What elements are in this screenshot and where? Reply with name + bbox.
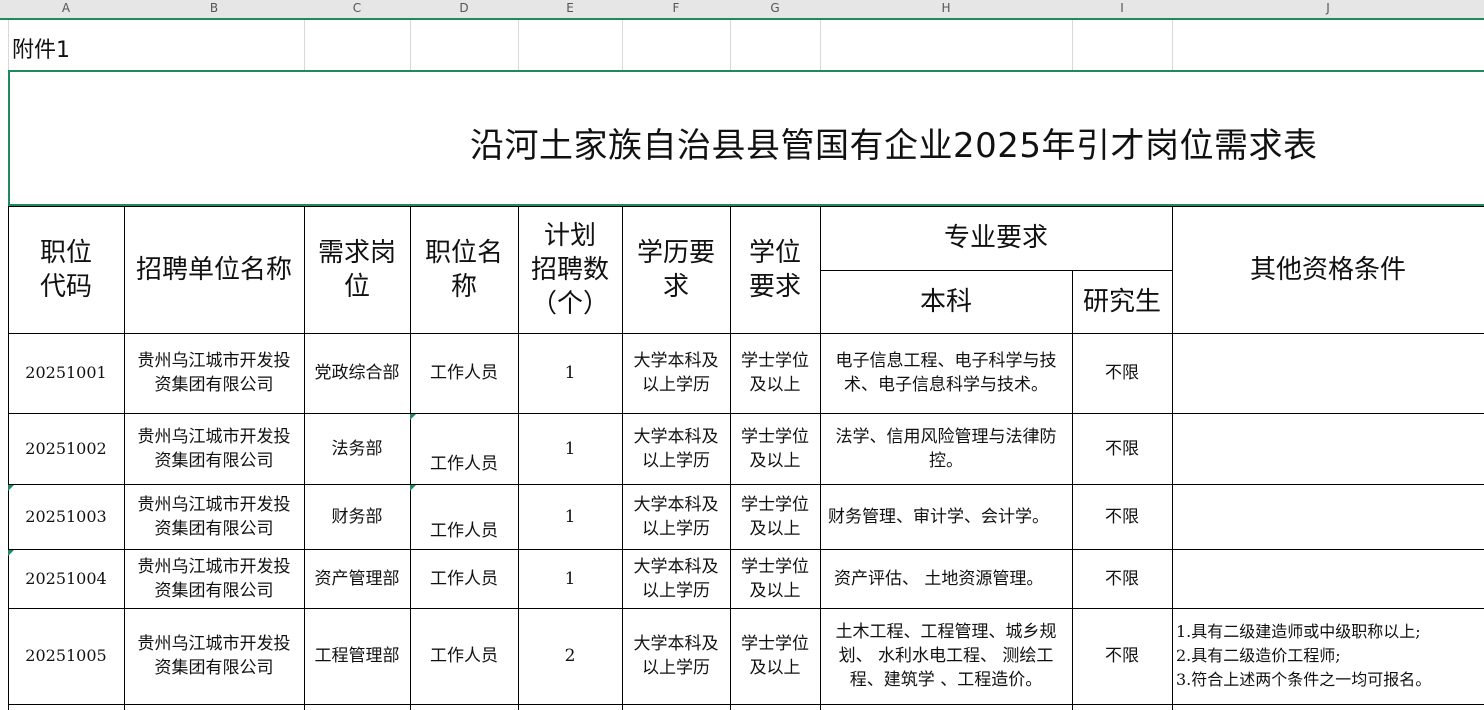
- cell-degree[interactable]: 学士学位 及以上: [730, 413, 820, 484]
- cell-bachelor[interactable]: 财务管理、审计学、会计学。: [820, 484, 1072, 549]
- cell-code[interactable]: 20251001: [8, 333, 124, 413]
- cell-dept[interactable]: 法务部: [304, 413, 410, 484]
- cell-code[interactable]: 20251003: [8, 484, 124, 549]
- header-other[interactable]: 其他资格条件: [1172, 206, 1484, 333]
- cell-unit[interactable]: 贵州乌江城市开发投 资集团有限公司: [124, 608, 304, 704]
- cell-education[interactable]: 大学本科及 以上学历: [622, 484, 730, 549]
- column-header-i[interactable]: I: [1072, 0, 1172, 18]
- column-header-d[interactable]: D: [410, 0, 518, 18]
- sheet-title: 沿河土家族自治县县管国有企业2025年引才岗位需求表: [470, 126, 1318, 166]
- cell-degree[interactable]: 学士学位 及以上: [730, 333, 820, 413]
- cell-graduate[interactable]: 不限: [1072, 484, 1172, 549]
- cell-graduate[interactable]: 不限: [1072, 549, 1172, 608]
- cell-dept[interactable]: 财务部: [304, 484, 410, 549]
- cell-code[interactable]: 20251004: [8, 549, 124, 608]
- cell-other[interactable]: [1172, 549, 1484, 608]
- cell-position[interactable]: 工作人员: [410, 608, 518, 704]
- cell-other[interactable]: [1172, 413, 1484, 484]
- cell-graduate[interactable]: 不限: [1072, 413, 1172, 484]
- column-header-j[interactable]: J: [1172, 0, 1484, 18]
- header-bachelor[interactable]: 本科: [820, 270, 1072, 333]
- cell-code[interactable]: 20251002: [8, 413, 124, 484]
- header-code[interactable]: 职位 代码: [8, 206, 124, 333]
- cell-position[interactable]: 工作人员: [410, 333, 518, 413]
- cell-unit[interactable]: 贵州乌江城市开发投 资集团有限公司: [124, 333, 304, 413]
- cell-other[interactable]: [1172, 333, 1484, 413]
- cell-plan[interactable]: 2: [518, 608, 622, 704]
- header-education[interactable]: 学历要求: [622, 206, 730, 333]
- cell-plan[interactable]: 1: [518, 549, 622, 608]
- column-header-g[interactable]: G: [730, 0, 820, 18]
- cell-bachelor[interactable]: 法学、信用风险管理与法律防 控。: [820, 413, 1072, 484]
- header-major[interactable]: 专业要求: [820, 206, 1172, 270]
- cell-plan[interactable]: 1: [518, 333, 622, 413]
- cell-education[interactable]: 大学本科及 以上学历: [622, 413, 730, 484]
- header-unit[interactable]: 招聘单位名称: [124, 206, 304, 333]
- attachment-label[interactable]: 附件1: [12, 32, 70, 64]
- column-header-h[interactable]: H: [820, 0, 1072, 18]
- cell-other[interactable]: [1172, 484, 1484, 549]
- cell-plan[interactable]: 1: [518, 484, 622, 549]
- cell-degree[interactable]: 学士学位 及以上: [730, 608, 820, 704]
- column-header-a[interactable]: A: [8, 0, 124, 18]
- header-graduate[interactable]: 研究生: [1072, 270, 1172, 333]
- cell-unit[interactable]: 贵州乌江城市开发投 资集团有限公司: [124, 413, 304, 484]
- cell-unit[interactable]: 贵州乌江城市开发投 资集团有限公司: [124, 549, 304, 608]
- cell-bachelor[interactable]: 电子信息工程、电子科学与技 术、电子信息科学与技术。: [820, 333, 1072, 413]
- column-header-f[interactable]: F: [622, 0, 730, 18]
- cell-code[interactable]: 20251005: [8, 608, 124, 704]
- column-header-c[interactable]: C: [304, 0, 410, 18]
- column-header-b[interactable]: B: [124, 0, 304, 18]
- cell-plan[interactable]: 1: [518, 413, 622, 484]
- cell-graduate[interactable]: 不限: [1072, 608, 1172, 704]
- cell-unit[interactable]: 贵州乌江城市开发投 资集团有限公司: [124, 484, 304, 549]
- cell-degree[interactable]: 学士学位 及以上: [730, 549, 820, 608]
- cell-degree[interactable]: 学士学位 及以上: [730, 484, 820, 549]
- cell-dept[interactable]: 工程管理部: [304, 608, 410, 704]
- header-degree[interactable]: 学位 要求: [730, 206, 820, 333]
- cell-dept[interactable]: 党政综合部: [304, 333, 410, 413]
- cell-position[interactable]: 工作人员: [410, 484, 518, 549]
- cell-position[interactable]: 工作人员: [410, 413, 518, 484]
- cell-bachelor[interactable]: 资产评估、 土地资源管理。: [820, 549, 1072, 608]
- column-header-bar: A B C D E F G H I J: [0, 0, 1484, 20]
- cell-education[interactable]: 大学本科及 以上学历: [622, 333, 730, 413]
- header-dept[interactable]: 需求岗位: [304, 206, 410, 333]
- header-plan[interactable]: 计划 招聘数 （个）: [518, 206, 622, 333]
- cell-position[interactable]: 工作人员: [410, 549, 518, 608]
- cell-bachelor[interactable]: 土木工程、工程管理、城乡规 划、 水利水电工程、 测绘工 程、建筑学 、工程造价。: [820, 608, 1072, 704]
- header-position[interactable]: 职位名称: [410, 206, 518, 333]
- column-header-e[interactable]: E: [518, 0, 622, 18]
- cell-education[interactable]: 大学本科及 以上学历: [622, 608, 730, 704]
- cell-dept[interactable]: 资产管理部: [304, 549, 410, 608]
- cell-other[interactable]: 1.具有二级建造师或中级职称以上; 2.具有二级造价工程师; 3.符合上述两个条件之…: [1172, 608, 1484, 704]
- cell-education[interactable]: 大学本科及 以上学历: [622, 549, 730, 608]
- cell-graduate[interactable]: 不限: [1072, 333, 1172, 413]
